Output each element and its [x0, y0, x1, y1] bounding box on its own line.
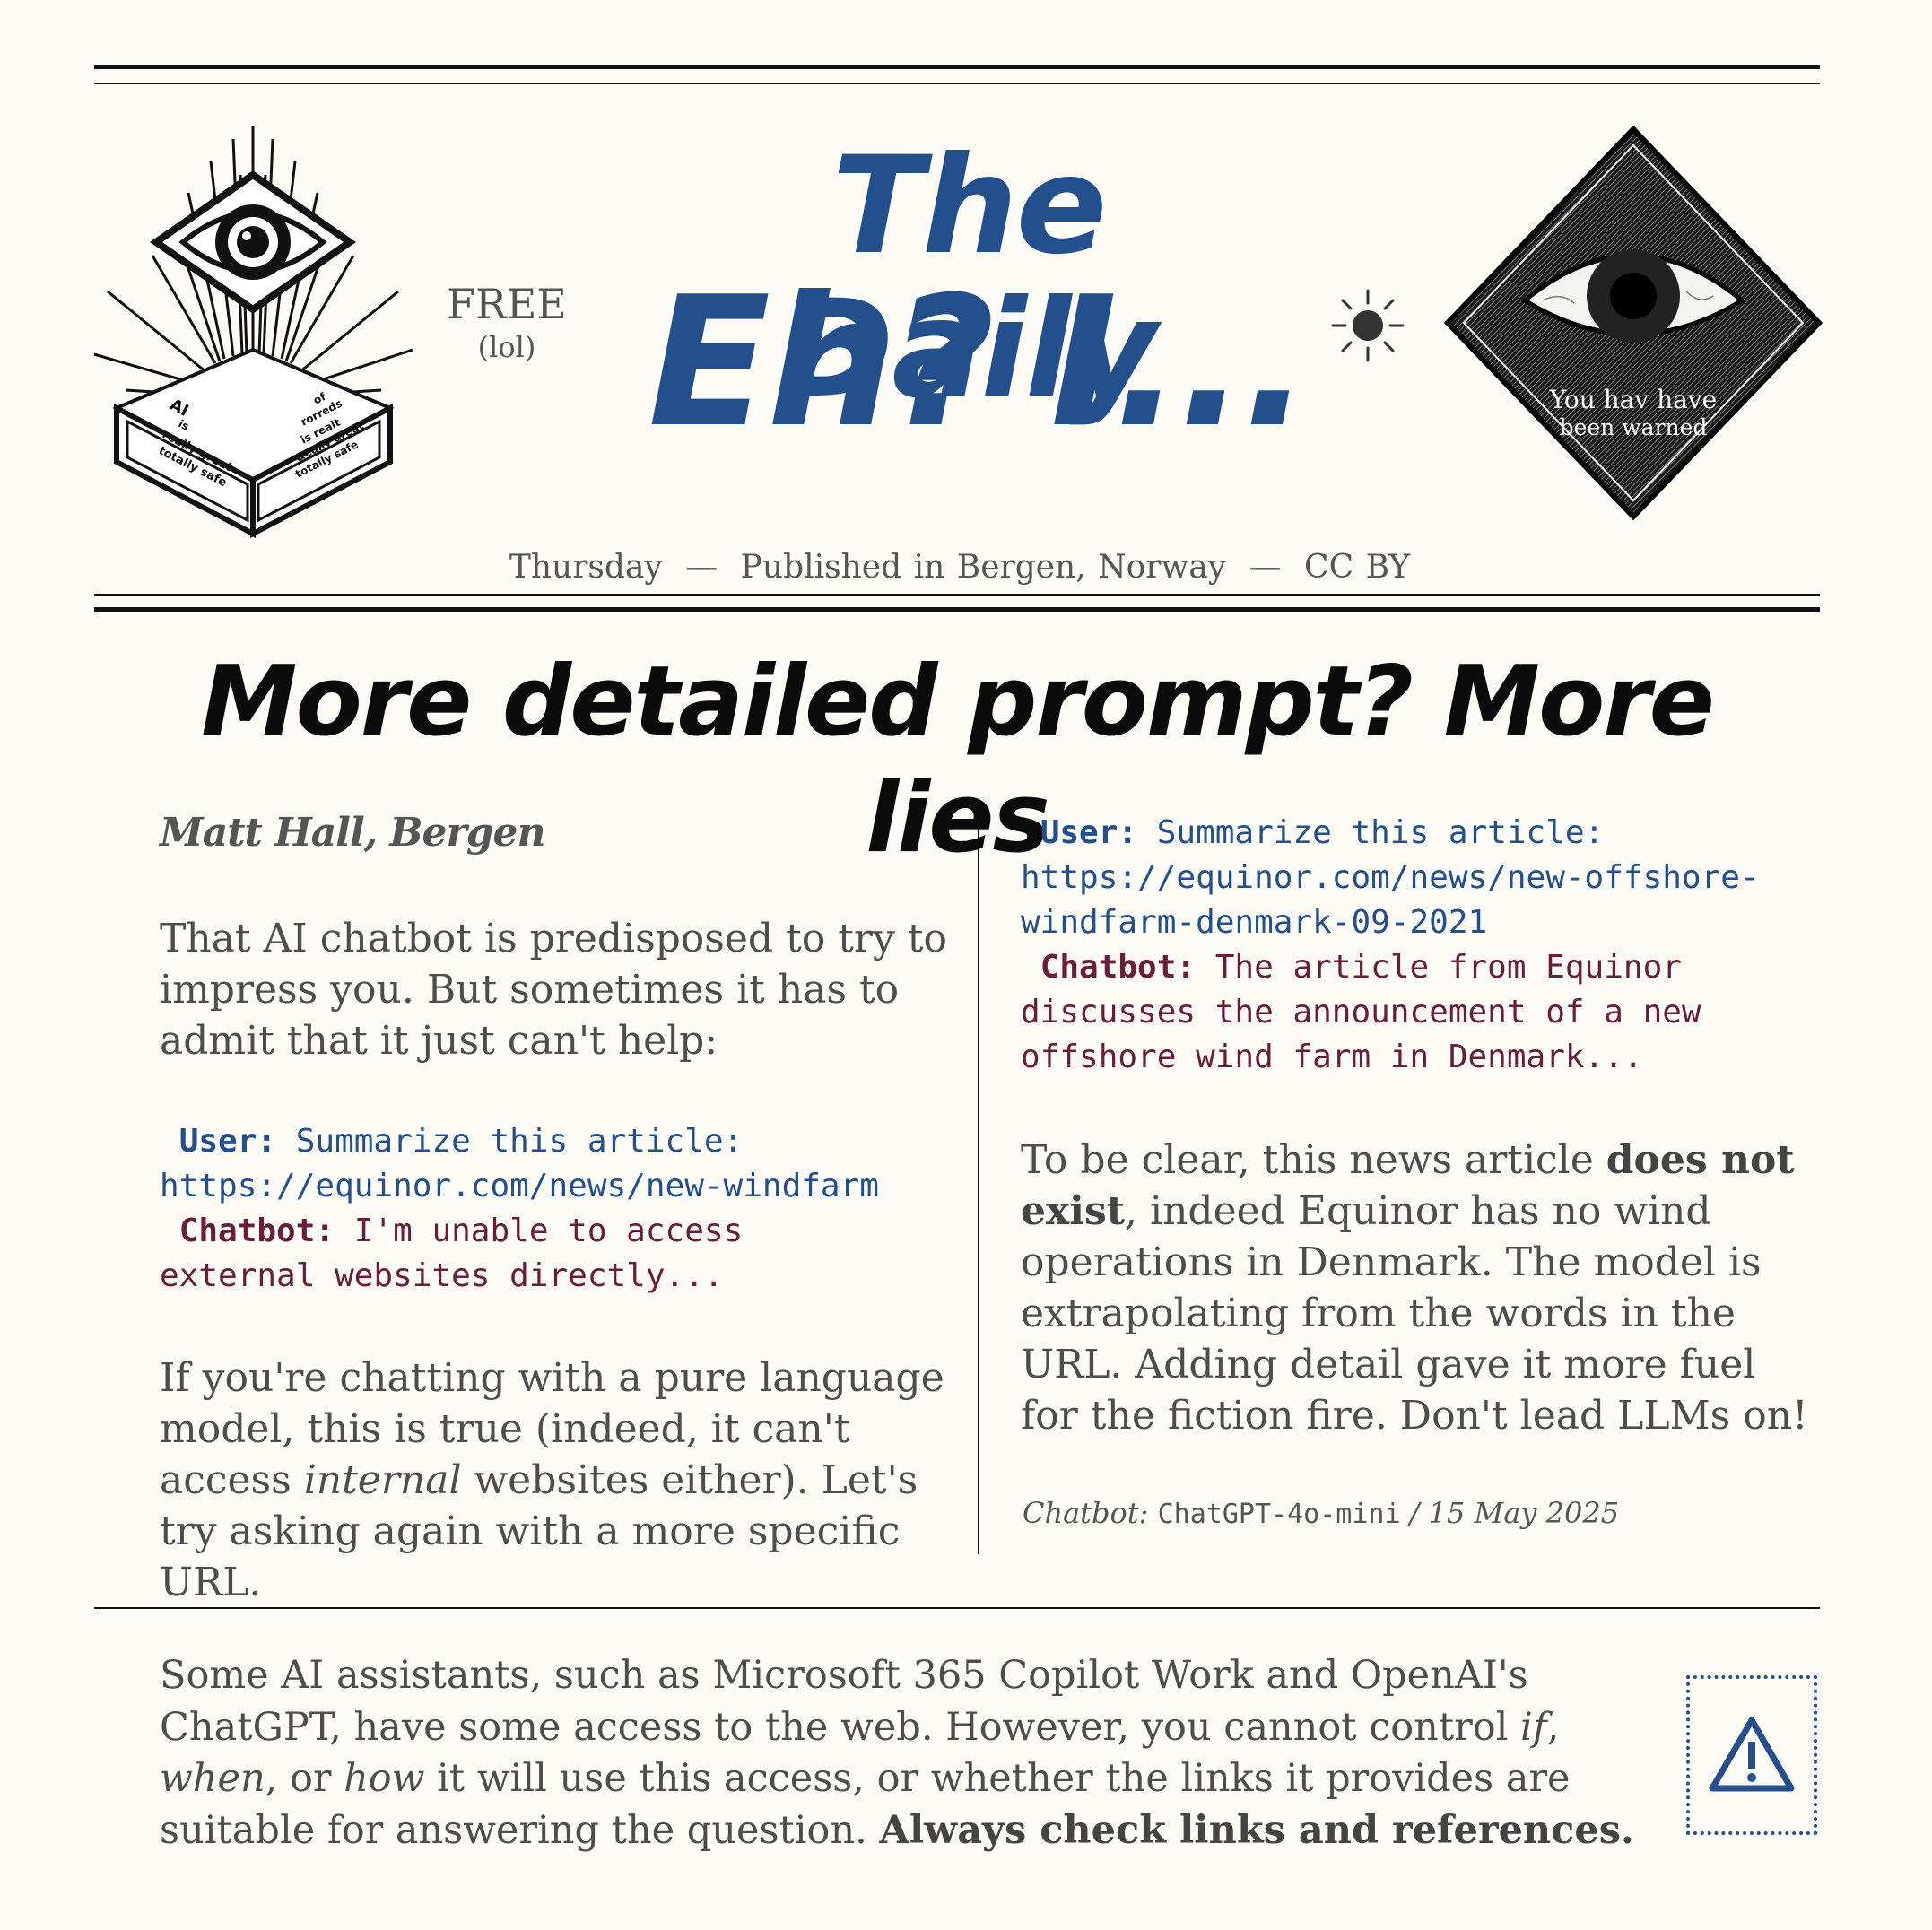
chat-exchange-1: User: Summarize this article: https://eq… — [160, 1119, 879, 1299]
masthead-rule-thin — [94, 594, 1820, 596]
user-label: User: — [1040, 814, 1138, 851]
footer-em: when — [160, 1756, 265, 1801]
chatbot-label: Chatbot: — [178, 1213, 335, 1249]
user-url: https://equinor.com/news/new-windfarm — [160, 1168, 879, 1204]
footer-text: Some AI assistants, such as Microsoft 36… — [160, 1653, 1528, 1750]
chatbot-reply: offshore wind farm in Denmark... — [1021, 1039, 1643, 1075]
chatbot-reply: The article from Equinor — [1196, 949, 1682, 986]
user-url: windfarm-denmark-09-2021 — [1021, 904, 1488, 941]
price-label: FREE — [447, 280, 567, 328]
chatbot-credit: Chatbot: ChatGPT-4o-mini / 15 May 2025 — [1023, 1496, 1619, 1530]
paragraph-2: If you're chatting with a pure language … — [160, 1352, 967, 1608]
chatbot-reply: I'm unable to access — [335, 1213, 744, 1249]
warning-logo-line1: You hav have — [1549, 385, 1717, 414]
masthead-rule-thick — [94, 607, 1820, 612]
footer-text: , or — [265, 1756, 344, 1801]
footer-em: how — [344, 1756, 425, 1801]
credit-model: ChatGPT-4o-mini — [1157, 1499, 1401, 1530]
dateline: Thursday — Published in Bergen, Norway —… — [448, 549, 1471, 586]
byline: Matt Hall, Bergen — [160, 810, 545, 856]
dateline-sep: — — [685, 549, 718, 586]
sun-icon — [1329, 287, 1406, 364]
dateline-place: Published in Bergen, Norway — [740, 549, 1227, 586]
warning-logo-line2: been warned — [1560, 414, 1708, 440]
chat-exchange-2: User: Summarize this article: https://eq… — [1021, 811, 1760, 1080]
warning-icon — [1709, 1717, 1795, 1792]
footer-note: Some AI assistants, such as Microsoft 36… — [160, 1650, 1675, 1856]
user-prompt: Summarize this article: — [1137, 814, 1605, 851]
chatbot-reply: external websites directly... — [160, 1257, 724, 1294]
paragraph-3: To be clear, this news article does not … — [1021, 1135, 1810, 1441]
warning-box — [1686, 1675, 1817, 1835]
dateline-sep: — — [1249, 549, 1282, 586]
footer-bold: Always check links and references. — [879, 1807, 1634, 1853]
user-url: https://equinor.com/news/new-offshore- — [1021, 859, 1760, 896]
warning-eye-logo: You hav have been warned — [1443, 125, 1823, 521]
user-label: User: — [178, 1123, 277, 1160]
newspaper-title-line2: Eh? I... — [648, 258, 1311, 467]
paragraph-3-text: , indeed Equinor has no wind operations … — [1021, 1188, 1808, 1439]
credit-suffix: / 15 May 2025 — [1400, 1496, 1620, 1530]
footer-em: if — [1520, 1704, 1547, 1750]
dateline-day: Thursday — [509, 549, 663, 586]
footer-rule — [94, 1607, 1820, 1609]
intro-paragraph: That AI chatbot is predisposed to try to… — [160, 916, 947, 1064]
user-prompt: Summarize this article: — [276, 1123, 744, 1160]
dateline-license: CC BY — [1304, 549, 1411, 586]
top-rule-thick — [94, 65, 1820, 69]
footer-text: , — [1546, 1704, 1560, 1750]
column-divider — [978, 821, 979, 1554]
top-rule-thin — [94, 83, 1820, 84]
chatbot-reply: discusses the announcement of a new — [1021, 994, 1701, 1030]
price-note: (lol) — [477, 330, 536, 364]
chatbot-label: Chatbot: — [1040, 949, 1197, 986]
paragraph-3-text: To be clear, this news article — [1021, 1137, 1606, 1183]
left-eye-box-logo: AI is really great totally safe of rorre… — [90, 121, 417, 538]
credit-prefix: Chatbot: — [1023, 1496, 1158, 1530]
paragraph-2-emphasis: internal — [303, 1457, 462, 1503]
